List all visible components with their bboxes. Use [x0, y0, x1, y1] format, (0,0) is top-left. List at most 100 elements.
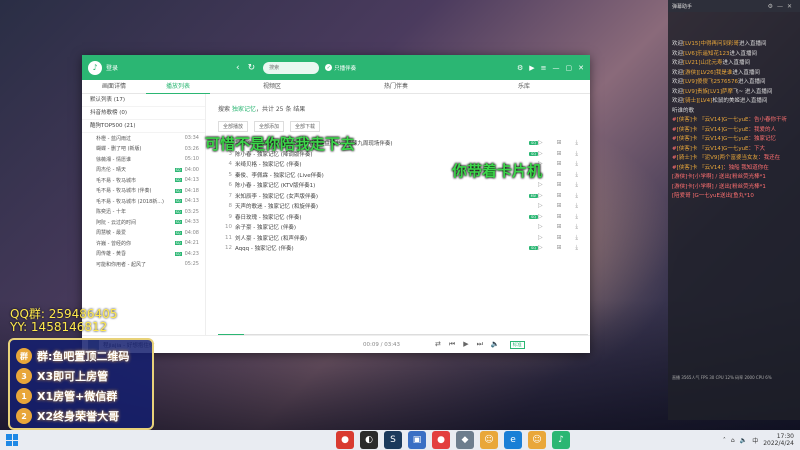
add-icon[interactable]: ⊞	[556, 213, 561, 221]
volume-icon[interactable]: 🔈	[491, 340, 500, 349]
play-icon[interactable]: ▷	[538, 234, 543, 242]
menu-icon[interactable]: ≡	[541, 64, 547, 72]
shuffle-icon[interactable]: ⇄	[435, 340, 441, 349]
maximize-icon[interactable]: ▢	[566, 64, 573, 72]
download-icon[interactable]: ⤓	[575, 150, 578, 158]
play-icon[interactable]: ▷	[538, 223, 543, 231]
download-icon[interactable]: ⤓	[575, 192, 578, 200]
tab-hot-accompaniment[interactable]: 热门伴奏	[334, 80, 458, 94]
play-all-button[interactable]: 全部播放	[218, 121, 249, 132]
skin-icon[interactable]: ▶	[529, 64, 534, 72]
clock[interactable]: 17:30 2022/4/24	[763, 433, 794, 447]
add-icon[interactable]: ⊞	[556, 139, 561, 147]
chat-message: 听谁的歌	[672, 107, 796, 117]
accompaniment-toggle[interactable]: ✓ 只播伴奏	[325, 64, 356, 72]
add-icon[interactable]: ⊞	[556, 192, 561, 200]
result-song-row[interactable]: 7 米知辰李 - 独家记忆 (女声版伴奏) MV ▷ ⊞ ⤓	[218, 191, 579, 202]
back-icon[interactable]: ‹	[236, 63, 240, 73]
download-icon[interactable]: ⤓	[575, 244, 578, 252]
download-icon[interactable]: ⤓	[575, 213, 578, 221]
sidebar-song-row[interactable]: 朴橙 - 蓝闪雨过 03:34	[82, 133, 205, 144]
play-icon[interactable]: ▷	[538, 150, 543, 158]
download-icon[interactable]: ⤓	[575, 223, 578, 231]
next-icon[interactable]: ⏭	[477, 340, 483, 349]
result-song-row[interactable]: 11 刘人豪 - 独家记忆 (和声伴奏) ▷ ⊞ ⤓	[218, 233, 578, 244]
sidebar-song-row[interactable]: 周传雄 - 黄昏 SQ 04:23	[82, 249, 205, 260]
chat-messages[interactable]: 欢迎[LV15]中得再问到彩哥进入直播间 欢迎[LV6]乐遥知花123进入直播间欢…	[668, 12, 800, 202]
add-icon[interactable]: ⊞	[556, 181, 561, 189]
result-song-row[interactable]: 9 春日玫瑰 - 独家记忆 (伴奏) SQ ▷ ⊞ ⤓	[218, 212, 579, 223]
add-icon[interactable]: ⊞	[556, 223, 561, 231]
sidebar-song-row[interactable]: 毛不易 - 牧马城市 SQ 04:13	[82, 175, 205, 186]
taskbar-app-icon[interactable]: ◐	[360, 431, 378, 449]
sidebar-song-row[interactable]: 阿阮 - 云过的时间 SQ 04:33	[82, 217, 205, 228]
ime-indicator[interactable]: 中	[752, 436, 758, 445]
download-icon[interactable]: ⤓	[575, 139, 578, 147]
taskbar-app-icon[interactable]: ◆	[456, 431, 474, 449]
play-icon[interactable]: ▷	[538, 139, 543, 147]
play-icon[interactable]: ▶	[463, 340, 468, 349]
download-icon[interactable]: ⤓	[575, 202, 578, 210]
search-input[interactable]	[263, 61, 320, 74]
chat-name: [骑士][LV4]	[683, 98, 713, 104]
chevron-up-icon[interactable]: ˄	[723, 437, 726, 444]
taskbar-app-icon[interactable]: ☺	[528, 431, 546, 449]
chat-window-controls[interactable]: ⚙—✕	[768, 3, 796, 10]
sidebar-song-row[interactable]: 许巍 - 曾经的你 SQ 04:21	[82, 238, 205, 249]
settings-icon[interactable]: ⚙	[517, 64, 523, 72]
download-icon[interactable]: ⤓	[575, 171, 578, 179]
download-icon[interactable]: ⤓	[575, 160, 578, 168]
taskbar-app-icon[interactable]: e	[504, 431, 522, 449]
sidebar-song-row[interactable]: 周慧敏 - 最爱 SQ 04:08	[82, 228, 205, 239]
sidebar-song-row[interactable]: 毛不易 - 牧马城市 (2018新...) SQ 04:13	[82, 196, 205, 207]
tab-playlist[interactable]: 播放列表	[146, 80, 210, 94]
taskbar-app-icon[interactable]: ●	[432, 431, 450, 449]
play-icon[interactable]: ▷	[538, 181, 543, 189]
taskbar-app-icon[interactable]: ☺	[480, 431, 498, 449]
play-icon[interactable]: ▷	[538, 213, 543, 221]
play-icon[interactable]: ▷	[538, 192, 543, 200]
sidebar-song-row[interactable]: 毛不易 - 牧马城市 (伴奏) SQ 04:18	[82, 186, 205, 197]
tab-video[interactable]: 视频区	[210, 80, 334, 94]
refresh-icon[interactable]: ↻	[248, 63, 256, 73]
sidebar-song-row[interactable]: 周杰伦 - 晴天 SQ 04:00	[82, 165, 205, 176]
add-icon[interactable]: ⊞	[556, 171, 561, 179]
download-icon[interactable]: ⤓	[575, 181, 578, 189]
add-icon[interactable]: ⊞	[556, 202, 561, 210]
quality-badge[interactable]: 标准	[509, 340, 525, 349]
result-song-row[interactable]: 10 余子豪 - 独家记忆 (伴奏) ▷ ⊞ ⤓	[218, 222, 578, 233]
play-icon[interactable]: ▷	[538, 244, 543, 252]
taskbar-app-icon[interactable]: ●	[336, 431, 354, 449]
download-icon[interactable]: ⤓	[575, 234, 578, 242]
download-all-button[interactable]: 全部下载	[290, 121, 321, 132]
sidebar-song-row[interactable]: 徐薇湘 - 情愿谁 05:10	[82, 154, 205, 165]
sidebar-song-row[interactable]: 蝴蝶 - 删了吧 (新版) 03:26	[82, 144, 205, 155]
taskbar-app-icon[interactable]: ♪	[552, 431, 570, 449]
close-icon[interactable]: ✕	[578, 64, 584, 72]
add-icon[interactable]: ⊞	[556, 244, 561, 252]
playlist-group[interactable]: 抖音热歌榜 (0)	[82, 107, 205, 120]
song-actions: ▷ ⊞ ⤓	[538, 234, 578, 242]
sidebar-song-row[interactable]: 陈奕迅 - 十年 SQ 03:25	[82, 207, 205, 218]
play-icon[interactable]: ▷	[538, 202, 543, 210]
result-song-row[interactable]: 6 陈小春 - 独家记忆 (KTV版伴奏1) ▷ ⊞ ⤓	[218, 180, 579, 191]
tab-library[interactable]: 乐库	[458, 80, 590, 94]
previous-icon[interactable]: ⏮	[449, 340, 455, 349]
windows-start-icon[interactable]	[6, 434, 18, 446]
sidebar-song-row[interactable]: 可能和你用者 - 起风了 05:25	[82, 259, 205, 270]
result-song-row[interactable]: 8 天声的歌迷 - 独家记忆 (和旋伴奏) ▷ ⊞ ⤓	[218, 201, 579, 212]
add-all-button[interactable]: 全部添加	[254, 121, 285, 132]
add-icon[interactable]: ⊞	[556, 150, 561, 158]
taskbar-app-icon[interactable]: S	[384, 431, 402, 449]
tab-screen-details[interactable]: 画面详情	[82, 80, 146, 94]
add-icon[interactable]: ⊞	[556, 160, 561, 168]
volume-tray-icon[interactable]: 🔈	[740, 437, 747, 444]
playlist-group[interactable]: 酷狗TOP500 (21)	[82, 120, 205, 133]
taskbar-app-icon[interactable]: ▣	[408, 431, 426, 449]
add-icon[interactable]: ⊞	[556, 234, 561, 242]
result-song-row[interactable]: 12 Aqqq - 独家记忆 (伴奏) SQ ▷ ⊞ ⤓	[218, 243, 578, 254]
network-icon[interactable]: ⌂	[731, 437, 735, 444]
login-button[interactable]: 登录	[106, 63, 118, 72]
minimize-icon[interactable]: —	[553, 64, 560, 72]
playlist-group[interactable]: 默认列表 (17)	[82, 94, 205, 107]
